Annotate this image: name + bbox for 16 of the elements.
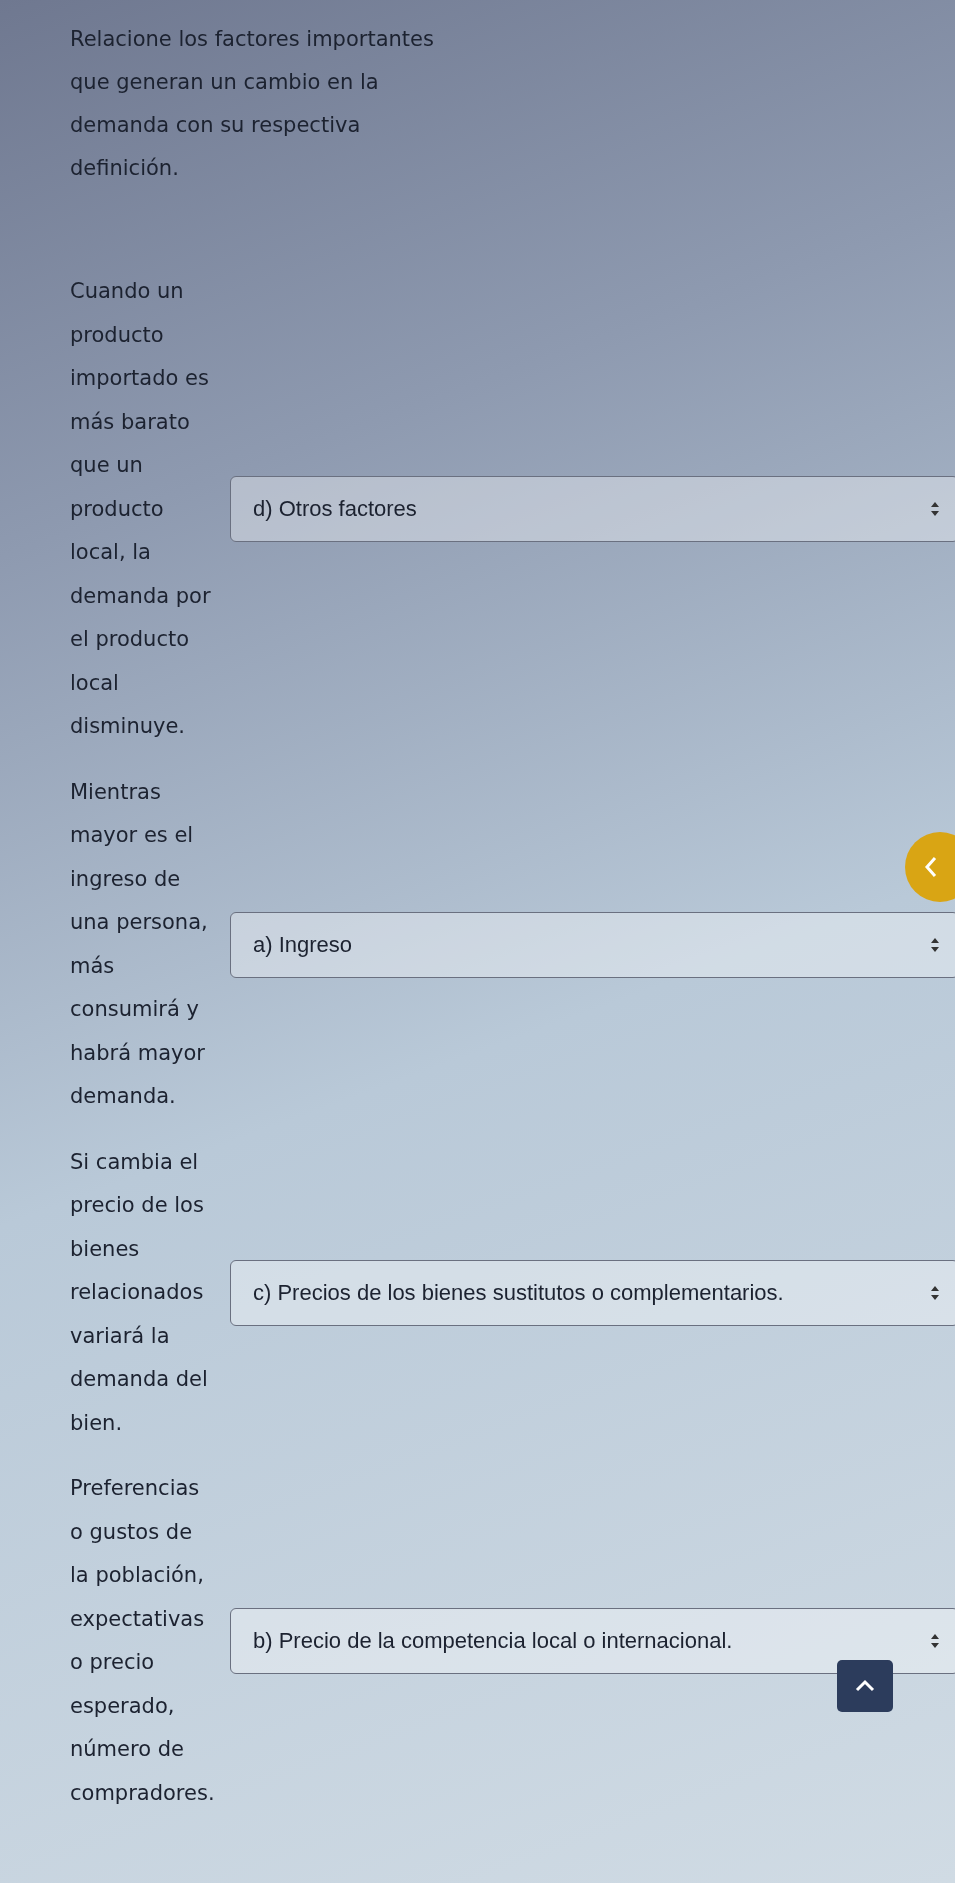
scroll-top-button[interactable] bbox=[837, 1660, 893, 1712]
sort-icon bbox=[930, 1633, 940, 1649]
sort-icon bbox=[930, 1284, 940, 1301]
answer-dropdown[interactable]: c) Precios de los bienes sustitutos o complementarios. bbox=[230, 1259, 955, 1326]
answer-dropdown[interactable]: b) Precio de la competencia local o internacional. bbox=[230, 1608, 955, 1674]
definition-text: Mientras mayor es el ingreso de una persona, más consumirá y habrá mayor demanda. bbox=[70, 778, 209, 1110]
answer-dropdown[interactable]: a) Ingreso bbox=[230, 911, 955, 978]
sort-icon bbox=[930, 501, 940, 518]
definition-text: Cuando un producto importado es más barato que un producto local, la demanda por el producto local disminuye. bbox=[70, 278, 212, 740]
sort-icon bbox=[930, 936, 940, 953]
definition-text: Si cambia el precio de los bienes relacionados variará la demanda del bien. bbox=[70, 1148, 209, 1437]
chevron-up-icon bbox=[854, 1679, 876, 1693]
definition-text: Preferencias o gustos de la población, expectativas o precio esperado, número de compradores. bbox=[70, 1475, 216, 1807]
answer-dropdown[interactable]: d) Otros factores bbox=[230, 476, 955, 543]
chevron-left-icon bbox=[923, 855, 939, 879]
question-text: Relacione los factores importantes que generan un cambio en la demanda con su respectiva definición. bbox=[70, 26, 435, 182]
